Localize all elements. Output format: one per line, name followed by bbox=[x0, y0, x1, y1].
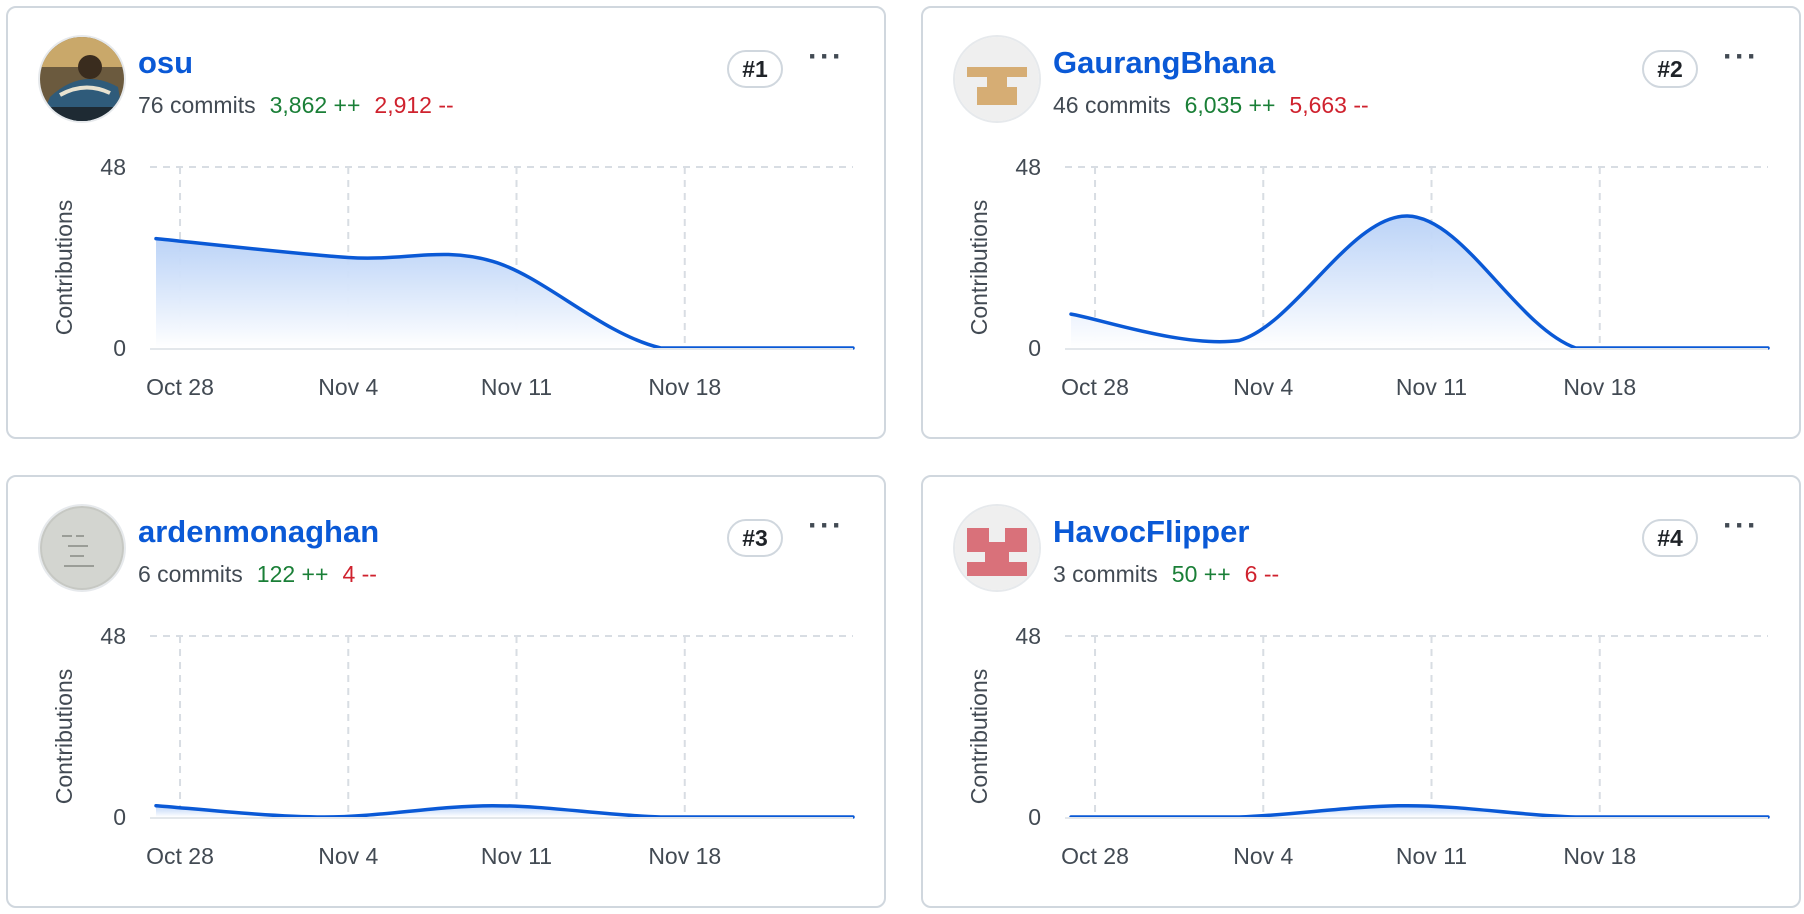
y-axis-title: Contributions bbox=[966, 200, 992, 336]
contributor-stats: 6 commits 122 ++ 4 -- bbox=[138, 561, 377, 588]
kebab-horizontal-icon[interactable]: ··· bbox=[804, 42, 848, 82]
contributor-card: osu 76 commits 3,862 ++ 2,912 -- #1 ··· Oc… bbox=[6, 6, 886, 439]
y-axis-title: Contributions bbox=[51, 669, 77, 805]
contributors-grid: osu 76 commits 3,862 ++ 2,912 -- #1 ··· Oc… bbox=[0, 0, 1804, 914]
contributor-card: HavocFlipper 3 commits 50 ++ 6 -- #4 ··· O… bbox=[921, 475, 1801, 908]
commit-count[interactable]: 6 commits bbox=[138, 561, 243, 587]
contributor-stats: 76 commits 3,862 ++ 2,912 -- bbox=[138, 92, 454, 119]
x-tick-label: Oct 28 bbox=[1061, 374, 1129, 400]
y-tick-label: 0 bbox=[113, 804, 126, 830]
additions-count: 6,035 ++ bbox=[1184, 92, 1276, 118]
commit-count[interactable]: 3 commits bbox=[1053, 561, 1158, 587]
x-tick-label: Nov 4 bbox=[1233, 843, 1293, 869]
rank-badge: #1 bbox=[727, 50, 783, 88]
deletions-count: 5,663 -- bbox=[1289, 92, 1369, 118]
y-tick-label: 48 bbox=[100, 154, 126, 180]
y-tick-label: 0 bbox=[113, 335, 126, 361]
y-tick-label: 0 bbox=[1028, 804, 1041, 830]
y-tick-label: 0 bbox=[1028, 335, 1041, 361]
rank-badge: #4 bbox=[1642, 519, 1698, 557]
y-axis-title: Contributions bbox=[51, 200, 77, 336]
avatar[interactable] bbox=[40, 506, 124, 590]
kebab-horizontal-icon[interactable]: ··· bbox=[1719, 511, 1763, 551]
contributions-chart: Oct 28 Nov 4 Nov 11 Nov 18 0 48 Contributions bbox=[51, 154, 855, 400]
contributor-username[interactable]: HavocFlipper bbox=[1053, 514, 1249, 550]
identicon-avatar-icon bbox=[955, 506, 1039, 590]
x-tick-label: Nov 11 bbox=[481, 843, 552, 869]
x-tick-label: Nov 4 bbox=[1233, 374, 1293, 400]
avatar[interactable] bbox=[955, 37, 1039, 121]
deletions-count: 4 -- bbox=[342, 561, 377, 587]
commit-count[interactable]: 76 commits bbox=[138, 92, 256, 118]
contributions-chart: Oct 28 Nov 4 Nov 11 Nov 18 0 48 Contributions bbox=[51, 623, 855, 869]
contributions-area bbox=[1071, 215, 1768, 348]
x-tick-label: Nov 4 bbox=[318, 374, 378, 400]
y-axis-title: Contributions bbox=[966, 669, 992, 805]
contributions-chart: Oct 28 Nov 4 Nov 11 Nov 18 0 48 Contributions bbox=[966, 623, 1770, 869]
contributor-username[interactable]: GaurangBhana bbox=[1053, 45, 1275, 81]
kebab-horizontal-icon[interactable]: ··· bbox=[804, 511, 848, 551]
deletions-count: 6 -- bbox=[1244, 561, 1280, 587]
x-tick-label: Nov 11 bbox=[1396, 374, 1467, 400]
y-tick-label: 48 bbox=[1015, 154, 1041, 180]
y-tick-label: 48 bbox=[100, 623, 126, 649]
x-tick-label: Oct 28 bbox=[146, 374, 214, 400]
contributor-stats: 3 commits 50 ++ 6 -- bbox=[1053, 561, 1279, 588]
contributions-chart: Oct 28 Nov 4 Nov 11 Nov 18 0 48 Contributions bbox=[966, 154, 1770, 400]
photo-avatar-icon bbox=[40, 506, 124, 590]
avatar[interactable] bbox=[955, 506, 1039, 590]
x-tick-label: Nov 11 bbox=[481, 374, 552, 400]
additions-count: 3,862 ++ bbox=[269, 92, 361, 118]
commit-count[interactable]: 46 commits bbox=[1053, 92, 1171, 118]
avatar[interactable] bbox=[40, 37, 124, 121]
x-tick-label: Nov 18 bbox=[1563, 374, 1636, 400]
deletions-count: 2,912 -- bbox=[374, 92, 454, 118]
rank-badge: #3 bbox=[727, 519, 783, 557]
contributor-username[interactable]: osu bbox=[138, 45, 193, 81]
photo-avatar-icon bbox=[40, 37, 124, 121]
y-tick-label: 48 bbox=[1015, 623, 1041, 649]
contributor-card: ardenmonaghan 6 commits 122 ++ 4 -- #3 ···… bbox=[6, 475, 886, 908]
x-tick-label: Nov 18 bbox=[648, 374, 721, 400]
identicon-avatar-icon bbox=[955, 37, 1039, 121]
x-tick-label: Nov 4 bbox=[318, 843, 378, 869]
contributor-stats: 46 commits 6,035 ++ 5,663 -- bbox=[1053, 92, 1369, 119]
kebab-horizontal-icon[interactable]: ··· bbox=[1719, 42, 1763, 82]
x-tick-label: Nov 18 bbox=[1563, 843, 1636, 869]
x-tick-label: Oct 28 bbox=[1061, 843, 1129, 869]
contributions-area bbox=[156, 238, 853, 348]
x-tick-label: Nov 11 bbox=[1396, 843, 1467, 869]
contributor-card: GaurangBhana 46 commits 6,035 ++ 5,663 -- … bbox=[921, 6, 1801, 439]
additions-count: 122 ++ bbox=[256, 561, 329, 587]
additions-count: 50 ++ bbox=[1171, 561, 1231, 587]
contributor-username[interactable]: ardenmonaghan bbox=[138, 514, 379, 550]
rank-badge: #2 bbox=[1642, 50, 1698, 88]
x-tick-label: Nov 18 bbox=[648, 843, 721, 869]
x-tick-label: Oct 28 bbox=[146, 843, 214, 869]
